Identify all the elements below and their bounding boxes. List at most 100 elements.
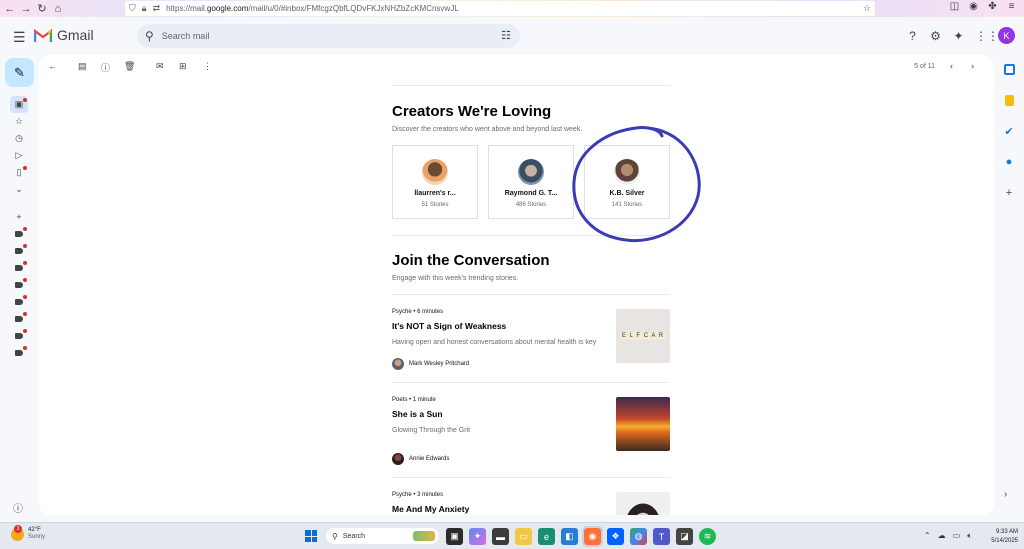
more-options-icon[interactable]: ⋮ bbox=[203, 61, 212, 72]
get-addons-plus-icon[interactable]: + bbox=[1000, 184, 1018, 202]
nav-label-3[interactable] bbox=[10, 259, 28, 276]
nav-sent[interactable]: ▷ bbox=[10, 147, 28, 164]
creator-card[interactable]: llaurren's r... 51 Stories bbox=[392, 145, 478, 219]
edge-icon[interactable]: e bbox=[538, 528, 555, 545]
creator-card[interactable]: K.B. Silver 141 Stories bbox=[584, 145, 670, 219]
nav-more[interactable]: ⌄ bbox=[10, 181, 28, 198]
apps-grid-icon[interactable]: ⋮⋮ bbox=[975, 29, 999, 43]
search-input[interactable]: Search mail bbox=[162, 31, 210, 41]
nav-label-5[interactable] bbox=[10, 293, 28, 310]
search-icon[interactable]: ⚲ bbox=[145, 29, 154, 43]
older-chevron-icon[interactable]: › bbox=[971, 61, 974, 71]
firefox-icon[interactable]: ◉ bbox=[582, 526, 603, 547]
newer-chevron-icon[interactable]: ‹ bbox=[950, 61, 953, 71]
creators-list: llaurren's r... 51 Stories Raymond G. T.… bbox=[392, 145, 670, 219]
dropbox-icon[interactable]: ❖ bbox=[607, 528, 624, 545]
email-body: Creators We're Loving Discover the creat… bbox=[392, 85, 670, 515]
contacts-icon[interactable]: ● bbox=[1000, 153, 1018, 171]
unread-dot bbox=[23, 227, 27, 231]
divider bbox=[392, 85, 670, 86]
tasks-icon[interactable]: ✔ bbox=[1000, 122, 1018, 140]
nav-inbox[interactable]: ▣ bbox=[10, 96, 28, 113]
chevron-up-icon[interactable]: ⌃ bbox=[924, 531, 931, 541]
spotify-icon[interactable]: ≋ bbox=[699, 528, 716, 545]
story-thumbnail[interactable] bbox=[616, 397, 670, 451]
home-icon[interactable]: ⌂ bbox=[50, 3, 66, 15]
gmail-logo[interactable]: Gmail bbox=[34, 27, 94, 43]
report-spam-icon[interactable]: ⓘ bbox=[101, 61, 110, 74]
create-label-button[interactable]: + bbox=[10, 208, 28, 225]
app-icon[interactable]: ◪ bbox=[676, 528, 693, 545]
nav-label-2[interactable] bbox=[10, 242, 28, 259]
pocket-icon[interactable]: ◫ bbox=[948, 1, 961, 12]
expand-panel-chevron-icon[interactable]: › bbox=[1004, 489, 1007, 500]
weather-widget[interactable]: 3 42°F Sunny bbox=[11, 524, 45, 541]
task-view-icon[interactable]: ▣ bbox=[446, 528, 463, 545]
story-author[interactable]: Annie Edwards bbox=[392, 453, 602, 465]
bookmark-star-icon[interactable]: ☆ bbox=[863, 3, 871, 14]
copilot-icon[interactable]: ✦ bbox=[469, 528, 486, 545]
story-item[interactable]: Psyche • 6 minutes It's NOT a Sign of We… bbox=[392, 295, 670, 383]
creator-name: llaurren's r... bbox=[414, 190, 456, 197]
search-options-icon[interactable]: ☷ bbox=[501, 29, 511, 42]
label-icon bbox=[15, 332, 23, 339]
story-thumbnail[interactable]: E L F C A R bbox=[616, 309, 670, 363]
join-subtitle: Engage with this week's trending stories… bbox=[392, 275, 519, 282]
archive-icon[interactable]: ▤ bbox=[78, 61, 87, 72]
display-icon[interactable]: ▭ bbox=[953, 531, 961, 541]
clock-icon: ◷ bbox=[15, 133, 23, 143]
story-title[interactable]: It's NOT a Sign of Weakness bbox=[392, 321, 602, 331]
nav-label-8[interactable] bbox=[10, 344, 28, 361]
account-icon[interactable]: ◉ bbox=[967, 1, 980, 12]
forward-arrow-icon[interactable]: → bbox=[18, 3, 34, 15]
nav-starred[interactable]: ☆ bbox=[10, 113, 28, 130]
story-author[interactable]: Mark Wesley Pritchard bbox=[392, 358, 602, 370]
story-title[interactable]: She is a Sun bbox=[392, 409, 602, 419]
creator-card[interactable]: Raymond G. T... 486 Stories bbox=[488, 145, 574, 219]
help-icon[interactable]: ? bbox=[906, 29, 919, 43]
calendar-icon[interactable] bbox=[1000, 60, 1018, 78]
move-to-icon[interactable]: ⊞ bbox=[179, 61, 187, 72]
file-explorer-icon[interactable]: ▭ bbox=[515, 528, 532, 545]
delete-icon[interactable]: 🗑︎ bbox=[124, 61, 135, 72]
chrome-icon[interactable]: ◍ bbox=[630, 528, 647, 545]
story-item[interactable]: Poets • 1 minute She is a Sun Glowing Th… bbox=[392, 383, 670, 478]
clock[interactable]: 9:33 AM 5/14/2025 bbox=[991, 528, 1018, 546]
nav-label-6[interactable] bbox=[10, 310, 28, 327]
speaker-muted-icon[interactable]: 🔈︎ bbox=[967, 531, 972, 541]
nav-label-7[interactable] bbox=[10, 327, 28, 344]
windows-start-icon[interactable] bbox=[305, 530, 317, 542]
store-icon[interactable]: ◧ bbox=[561, 528, 578, 545]
address-bar[interactable]: ⛉ 🔒︎ ⇄ https://mail.google.com/mail/u/0/… bbox=[125, 1, 875, 16]
teams-icon[interactable]: T bbox=[653, 528, 670, 545]
story-thumbnail[interactable] bbox=[616, 492, 670, 515]
back-to-inbox-icon[interactable]: ← bbox=[48, 61, 57, 71]
story-item[interactable]: Psyche • 3 minutes Me And My Anxiety bbox=[392, 478, 670, 515]
search-icon: ⚲ bbox=[332, 531, 338, 541]
info-icon[interactable]: ⓘ bbox=[13, 500, 23, 515]
taskbar-search-label: Search bbox=[342, 532, 366, 540]
nav-snoozed[interactable]: ◷ bbox=[10, 130, 28, 147]
taskbar-search[interactable]: ⚲ Search bbox=[326, 528, 439, 544]
browser-menu-icon[interactable]: ≡ bbox=[1005, 1, 1018, 12]
gemini-sparkle-icon[interactable]: ✦ bbox=[952, 29, 965, 43]
search-bar[interactable]: ⚲ Search mail ☷ bbox=[137, 24, 520, 48]
terminal-icon[interactable]: ▬ bbox=[492, 528, 509, 545]
extensions-icon[interactable]: ✤ bbox=[986, 1, 999, 12]
back-arrow-icon[interactable]: ← bbox=[2, 3, 18, 15]
reload-icon[interactable]: ↻ bbox=[34, 2, 50, 15]
settings-gear-icon[interactable]: ⚙ bbox=[929, 29, 942, 43]
account-avatar[interactable]: K bbox=[998, 27, 1015, 44]
taskbar-apps: ▣ ✦ ▬ ▭ e ◧ ◉ ❖ ◍ T ◪ ≋ bbox=[446, 526, 716, 547]
cloud-icon[interactable]: ☁ bbox=[938, 531, 946, 541]
main-menu-icon[interactable]: ☰ bbox=[13, 29, 26, 46]
nav-drafts[interactable]: ▯ bbox=[10, 164, 28, 181]
mark-unread-icon[interactable]: ✉ bbox=[156, 61, 164, 72]
keep-icon[interactable] bbox=[1000, 91, 1018, 109]
join-title: Join the Conversation bbox=[392, 252, 550, 269]
nav-label-1[interactable] bbox=[10, 225, 28, 242]
nav-label-4[interactable] bbox=[10, 276, 28, 293]
compose-button[interactable]: ✎ bbox=[5, 58, 34, 87]
unread-dot bbox=[23, 166, 27, 170]
story-title[interactable]: Me And My Anxiety bbox=[392, 504, 602, 514]
